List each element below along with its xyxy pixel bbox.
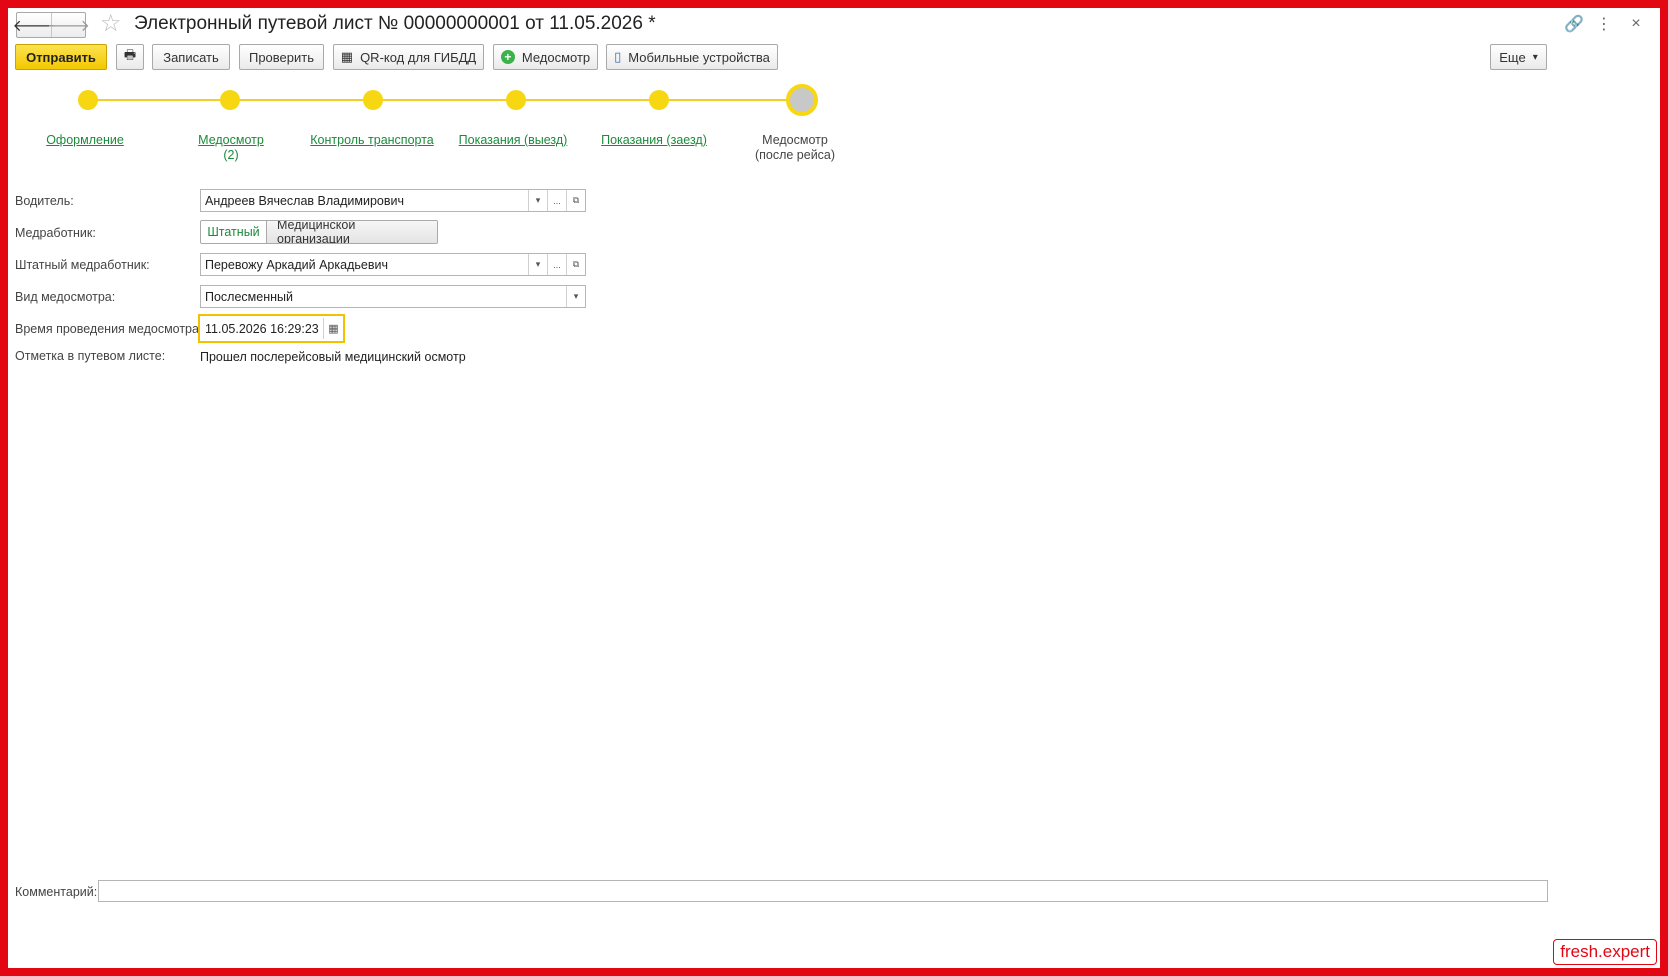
chevron-down-icon[interactable]: ▾ [566,286,585,307]
steps-connector-line [88,99,808,101]
save-button[interactable]: Записать [152,44,230,70]
close-icon[interactable]: × [1628,15,1644,33]
step-registration[interactable]: Оформление [10,133,160,148]
step-dot-medical[interactable] [220,90,240,110]
staff-medworker-label: Штатный медработник: [15,258,150,272]
step-departure-link[interactable]: Показания (выезд) [459,133,568,147]
chevron-down-icon[interactable]: ▾ [528,254,547,275]
step-post-trip-label: Медосмотр [762,133,828,147]
step-post-trip: Медосмотр (после рейса) [720,133,870,163]
step-dot-post-trip-current [786,84,818,116]
chevron-down-icon[interactable]: ▾ [528,190,547,211]
step-dot-arrival[interactable] [649,90,669,110]
print-button[interactable]: 🖶 [116,44,144,70]
step-departure[interactable]: Показания (выезд) [438,133,588,148]
mobile-devices-button-label: Мобильные устройства [628,49,770,65]
mobile-devices-button[interactable]: ▯ Мобильные устройства [606,44,778,70]
driver-label: Водитель: [15,194,74,208]
step-registration-link[interactable]: Оформление [46,133,124,147]
qr-code-icon: ▦ [340,49,354,64]
step-dot-registration[interactable] [78,90,98,110]
process-steps: Оформление Медосмотр (2) Контроль трансп… [8,84,908,178]
driver-value[interactable]: Андреев Вячеслав Владимирович [201,194,528,208]
mark-value: Прошел послерейсовый медицинский осмотр [200,350,466,364]
mark-label: Отметка в путевом листе: [15,349,166,363]
step-dot-departure[interactable] [506,90,526,110]
medworker-toggle[interactable]: Штатный Медицинской организации [200,220,438,244]
open-window-icon[interactable]: ⧉ [566,190,585,211]
step-medical[interactable]: Медосмотр (2) [156,133,306,163]
medical-exam-button[interactable]: + Медосмотр [493,44,598,70]
send-button[interactable]: Отправить [15,44,107,70]
exam-type-select[interactable]: Послесменный ▾ [200,285,586,308]
check-button-label: Проверить [248,49,314,65]
step-dot-transport[interactable] [363,90,383,110]
step-medical-count: (2) [223,148,239,162]
exam-time-label: Время проведения медосмотра: [15,322,203,336]
back-arrow-icon[interactable]: 🡐 [13,13,56,37]
star-icon[interactable]: ☆ [100,10,122,38]
step-transport[interactable]: Контроль транспорта [297,133,447,148]
staff-medworker-field[interactable]: Перевожу Аркадий Аркадьевич ▾ ... ⧉ [200,253,586,276]
title-bar: 🡐 🡒 ☆ Электронный путевой лист № 0000000… [8,8,1660,40]
send-button-label: Отправить [26,49,96,65]
form-window: 🡐 🡒 ☆ Электронный путевой лист № 0000000… [8,8,1660,968]
calendar-icon[interactable]: ▦ [323,318,343,339]
page-title: Электронный путевой лист № 00000000001 о… [134,13,656,34]
printer-icon: 🖶 [123,47,137,62]
check-button[interactable]: Проверить [239,44,324,70]
step-arrival-link[interactable]: Показания (заезд) [601,133,707,147]
step-post-trip-sub: (после рейса) [754,148,836,162]
command-bar: Отправить 🖶 Записать Проверить ▦ QR-код … [15,44,1655,70]
nav-buttons: 🡐 🡒 [13,12,90,38]
comment-input[interactable] [98,880,1548,902]
ellipsis-icon[interactable]: ... [547,190,566,211]
exam-time-value[interactable]: 11.05.2026 16:29:23 [200,322,323,336]
step-arrival[interactable]: Показания (заезд) [579,133,729,148]
more-button-label: Еще [1499,49,1526,65]
staff-medworker-value[interactable]: Перевожу Аркадий Аркадьевич [201,258,528,272]
more-vertical-icon[interactable]: ⋮ [1596,14,1612,34]
ellipsis-icon[interactable]: ... [547,254,566,275]
more-button[interactable]: Еще ▾ [1490,44,1547,70]
exam-time-field[interactable]: 11.05.2026 16:29:23 ▦ [198,314,345,343]
medworker-option-staff[interactable]: Штатный [201,221,267,243]
comment-label: Комментарий: [15,885,98,899]
medical-exam-button-label: Медосмотр [521,49,591,65]
phone-icon: ▯ [614,49,622,64]
driver-field[interactable]: Андреев Вячеслав Владимирович ▾ ... ⧉ [200,189,586,212]
medworker-option-org[interactable]: Медицинской организации [267,221,437,243]
medworker-label: Медработник: [15,226,96,240]
qr-code-button[interactable]: ▦ QR-код для ГИБДД [333,44,484,70]
forward-arrow-icon[interactable]: 🡒 [47,13,90,37]
exam-type-value[interactable]: Послесменный [201,290,566,304]
step-medical-link[interactable]: Медосмотр [198,133,264,147]
watermark-logo: fresh.expert [1553,939,1657,965]
save-button-label: Записать [163,49,219,65]
open-window-icon[interactable]: ⧉ [566,254,585,275]
link-icon[interactable]: 🔗 [1564,14,1584,34]
step-transport-link[interactable]: Контроль транспорта [310,133,434,147]
chevron-down-icon: ▾ [1532,51,1538,63]
plus-circle-icon: + [500,50,515,64]
title-actions: 🔗 ⋮ × [1564,14,1644,34]
qr-code-button-label: QR-код для ГИБДД [360,49,477,65]
exam-type-label: Вид медосмотра: [15,290,116,304]
